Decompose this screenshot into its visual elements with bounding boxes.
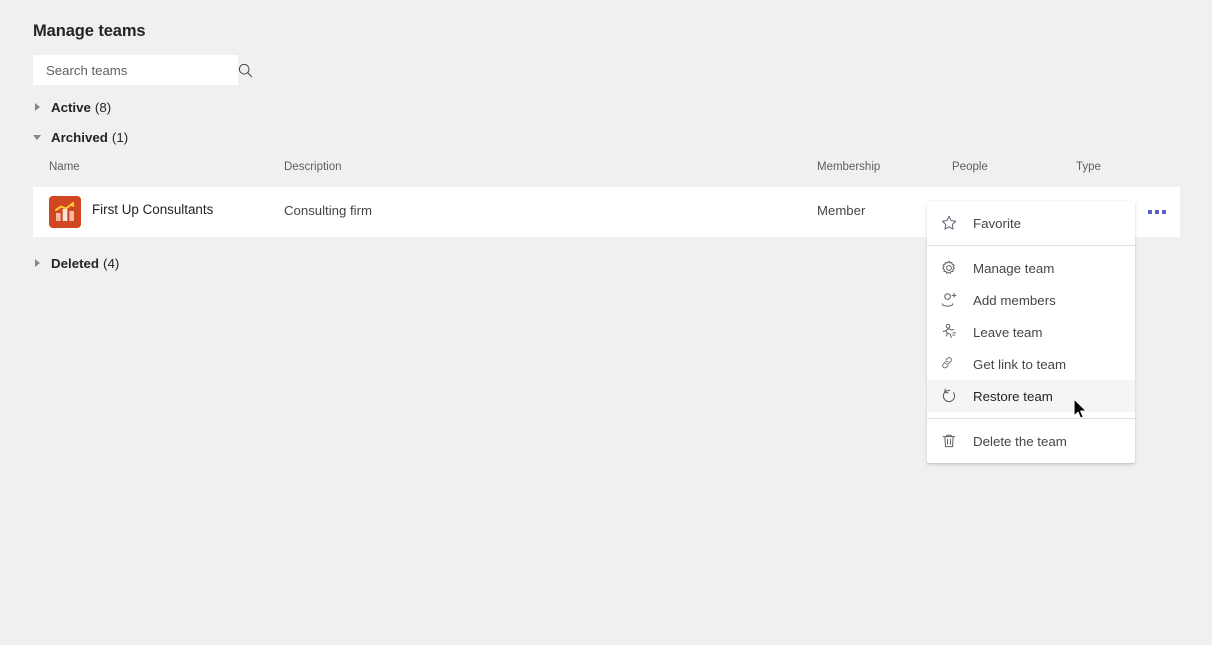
star-icon — [939, 213, 959, 233]
menu-item-leave-team[interactable]: Leave team — [927, 316, 1135, 348]
chevron-right-icon[interactable] — [33, 102, 43, 112]
column-header-name[interactable]: Name — [49, 161, 80, 173]
search-teams-box[interactable] — [33, 55, 252, 85]
menu-item-restore-team[interactable]: Restore team — [927, 380, 1135, 412]
restore-arrow-icon — [939, 386, 959, 406]
group-label-deleted: Deleted — [51, 255, 100, 271]
menu-item-label: Favorite — [973, 215, 1022, 231]
team-name[interactable]: First Up Consultants — [92, 202, 213, 217]
person-leave-icon — [939, 322, 959, 342]
team-membership: Member — [817, 203, 866, 218]
page-title: Manage teams — [33, 22, 146, 40]
search-input[interactable] — [34, 56, 230, 84]
menu-separator — [927, 245, 1135, 246]
context-menu[interactable]: Favorite Manage team Add members Leave t… — [927, 201, 1135, 463]
more-dot — [1155, 210, 1159, 214]
menu-item-manage-team[interactable]: Manage team — [927, 252, 1135, 284]
group-header-active[interactable]: Active (8) — [33, 98, 111, 116]
column-header-membership[interactable]: Membership — [817, 161, 880, 173]
menu-item-label: Manage team — [973, 260, 1055, 276]
group-header-deleted[interactable]: Deleted (4) — [33, 254, 119, 272]
menu-item-label: Restore team — [973, 388, 1053, 404]
team-avatar-bar-chart-icon — [49, 196, 81, 228]
menu-separator — [927, 418, 1135, 419]
menu-item-label: Get link to team — [973, 356, 1067, 372]
chevron-down-icon[interactable] — [33, 132, 43, 142]
menu-item-label: Leave team — [973, 324, 1043, 340]
column-header-type[interactable]: Type — [1076, 161, 1101, 173]
search-icon[interactable] — [230, 56, 260, 84]
team-description: Consulting firm — [284, 203, 372, 218]
menu-item-get-link-to-team[interactable]: Get link to team — [927, 348, 1135, 380]
menu-item-favorite[interactable]: Favorite — [927, 207, 1135, 239]
group-label-active: Active — [51, 99, 91, 115]
person-add-icon — [939, 290, 959, 310]
more-dot — [1148, 210, 1152, 214]
trash-icon — [939, 431, 959, 451]
chevron-right-icon[interactable] — [33, 258, 43, 268]
group-label-archived: Archived — [51, 129, 108, 145]
group-count-deleted: (4) — [103, 255, 120, 271]
gear-icon — [939, 258, 959, 278]
menu-item-label: Add members — [973, 292, 1056, 308]
column-header-people[interactable]: People — [952, 161, 988, 173]
more-options-button[interactable] — [1141, 196, 1173, 228]
group-header-archived[interactable]: Archived (1) — [33, 128, 128, 146]
link-icon — [939, 354, 959, 374]
menu-item-delete-the-team[interactable]: Delete the team — [927, 425, 1135, 457]
menu-item-label: Delete the team — [973, 433, 1067, 449]
column-header-description[interactable]: Description — [284, 161, 342, 173]
group-count-active: (8) — [94, 99, 112, 115]
more-dot — [1162, 210, 1166, 214]
table-header: Name Description Membership People Type — [33, 159, 1180, 179]
group-count-archived: (1) — [111, 129, 129, 145]
menu-item-add-members[interactable]: Add members — [927, 284, 1135, 316]
